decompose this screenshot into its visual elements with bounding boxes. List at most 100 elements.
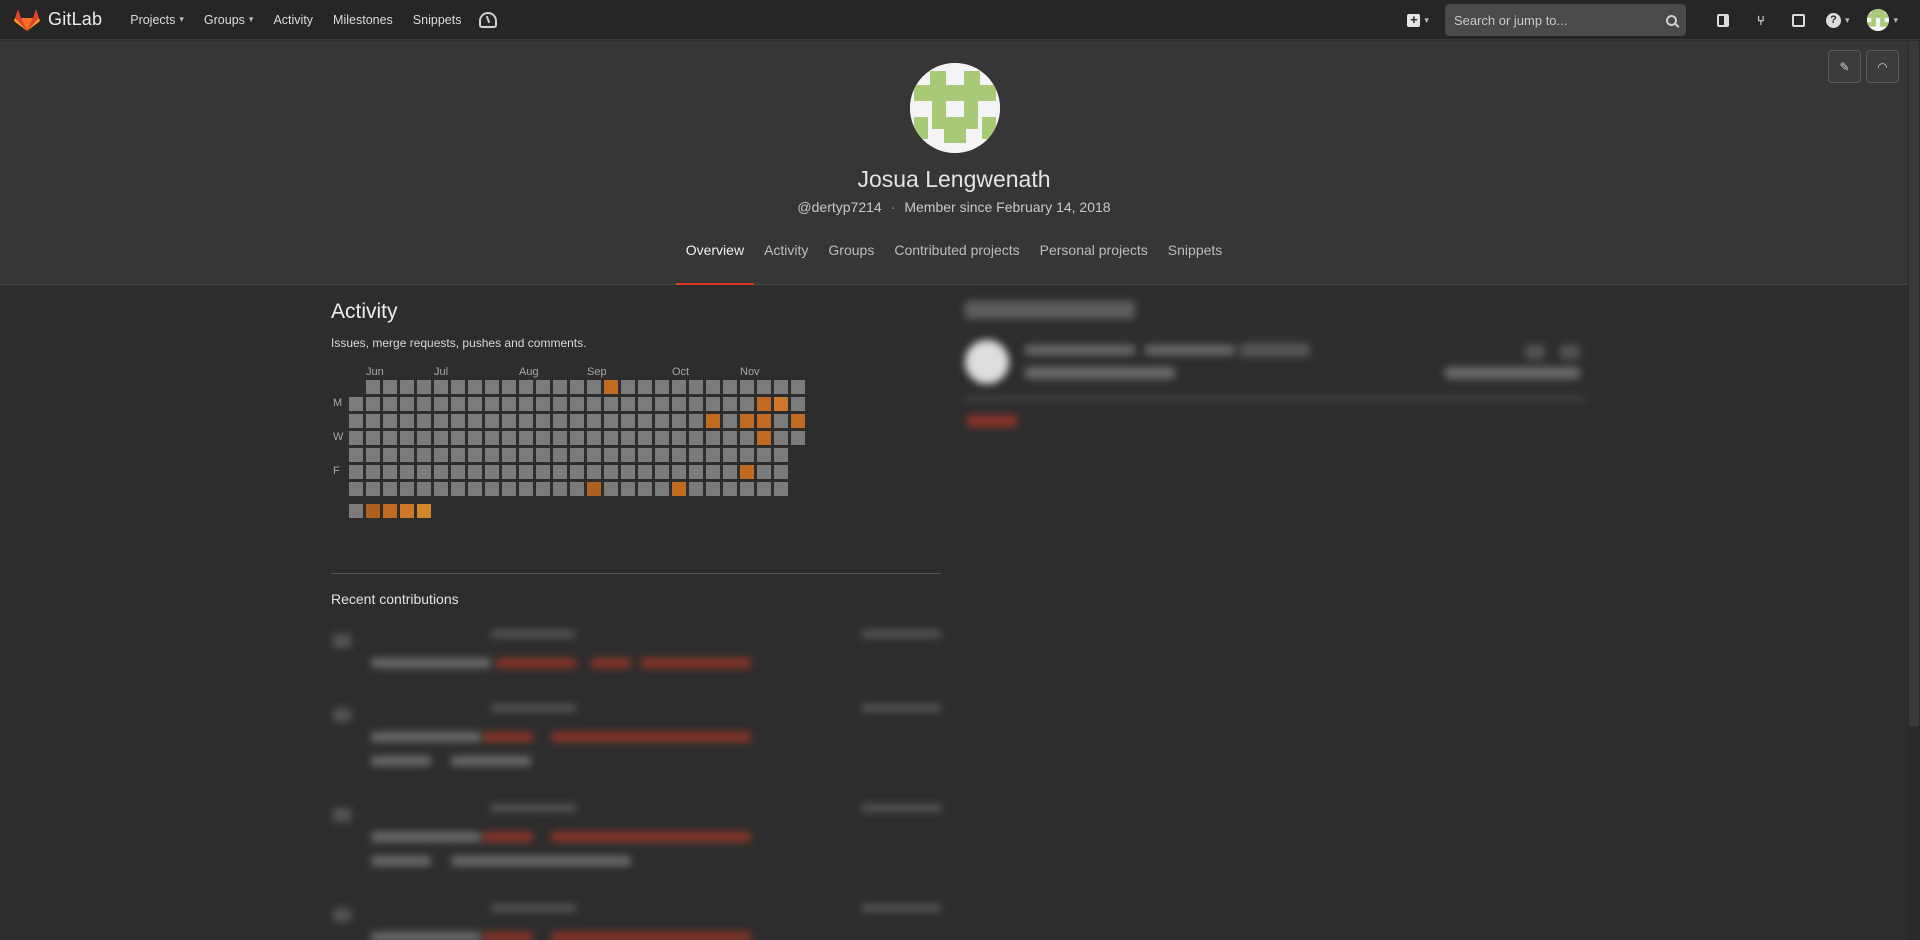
scrollbar-thumb[interactable] [1909, 41, 1919, 726]
calendar-day-cell[interactable] [468, 465, 482, 479]
calendar-day-cell[interactable] [400, 482, 414, 496]
calendar-day-cell[interactable] [740, 414, 754, 428]
calendar-day-cell[interactable] [638, 448, 652, 462]
calendar-day-cell[interactable] [621, 465, 635, 479]
calendar-day-cell[interactable] [468, 448, 482, 462]
calendar-day-cell[interactable] [400, 465, 414, 479]
calendar-day-cell[interactable] [621, 414, 635, 428]
calendar-day-cell[interactable] [723, 414, 737, 428]
calendar-day-cell[interactable] [485, 465, 499, 479]
calendar-day-cell[interactable] [502, 482, 516, 496]
calendar-day-cell[interactable] [536, 414, 550, 428]
calendar-day-cell[interactable] [536, 482, 550, 496]
calendar-day-cell[interactable] [604, 397, 618, 411]
calendar-day-cell[interactable] [587, 448, 601, 462]
calendar-day-cell[interactable] [655, 448, 669, 462]
calendar-day-cell[interactable] [485, 397, 499, 411]
calendar-day-cell[interactable] [655, 397, 669, 411]
calendar-day-cell[interactable] [349, 414, 363, 428]
calendar-day-cell[interactable] [502, 448, 516, 462]
calendar-day-cell[interactable] [723, 448, 737, 462]
calendar-day-cell[interactable] [349, 448, 363, 462]
calendar-day-cell[interactable] [383, 448, 397, 462]
calendar-day-cell[interactable] [757, 482, 771, 496]
calendar-day-cell[interactable] [417, 482, 431, 496]
calendar-day-cell[interactable] [604, 482, 618, 496]
calendar-day-cell[interactable] [706, 431, 720, 445]
calendar-day-cell[interactable] [621, 482, 635, 496]
calendar-day-cell[interactable] [672, 465, 686, 479]
calendar-day-cell[interactable] [366, 431, 380, 445]
calendar-day-cell[interactable] [519, 414, 533, 428]
calendar-day-cell[interactable] [638, 465, 652, 479]
help-dropdown[interactable]: ? ▾ [1825, 12, 1849, 28]
calendar-day-cell[interactable] [689, 380, 703, 394]
calendar-day-cell[interactable] [502, 380, 516, 394]
calendar-day-cell[interactable] [400, 431, 414, 445]
calendar-day-cell[interactable] [451, 397, 465, 411]
new-item-dropdown[interactable]: + ▾ [1407, 13, 1429, 27]
calendar-day-cell[interactable] [417, 414, 431, 428]
sidebar-toggle-button[interactable] [1714, 11, 1732, 29]
calendar-day-cell[interactable] [553, 414, 567, 428]
calendar-day-cell[interactable] [655, 414, 669, 428]
calendar-day-cell[interactable] [468, 397, 482, 411]
calendar-day-cell[interactable] [553, 380, 567, 394]
user-menu-dropdown[interactable]: ▾ [1867, 9, 1898, 31]
calendar-day-cell[interactable] [587, 380, 601, 394]
calendar-day-cell[interactable] [672, 448, 686, 462]
calendar-day-cell[interactable] [485, 380, 499, 394]
calendar-day-cell[interactable] [689, 414, 703, 428]
calendar-day-cell[interactable] [519, 482, 533, 496]
calendar-day-cell[interactable] [587, 414, 601, 428]
calendar-day-cell[interactable] [434, 414, 448, 428]
calendar-day-cell[interactable] [587, 397, 601, 411]
calendar-day-cell[interactable] [570, 448, 584, 462]
calendar-day-cell[interactable] [706, 380, 720, 394]
calendar-day-cell[interactable] [570, 414, 584, 428]
calendar-day-cell[interactable] [366, 380, 380, 394]
calendar-day-cell[interactable] [621, 380, 635, 394]
page-scrollbar[interactable] [1908, 41, 1920, 940]
calendar-day-cell[interactable] [587, 431, 601, 445]
calendar-day-cell[interactable] [519, 380, 533, 394]
rss-feed-button[interactable]: ◠ [1866, 50, 1899, 83]
calendar-day-cell[interactable] [604, 414, 618, 428]
calendar-day-cell[interactable] [757, 448, 771, 462]
calendar-day-cell[interactable] [672, 380, 686, 394]
calendar-day-cell[interactable] [706, 397, 720, 411]
calendar-day-cell[interactable] [349, 397, 363, 411]
todos-button[interactable] [1790, 11, 1808, 29]
calendar-day-cell[interactable] [451, 380, 465, 394]
calendar-day-cell[interactable] [740, 465, 754, 479]
calendar-day-cell[interactable] [604, 448, 618, 462]
tab-groups[interactable]: Groups [818, 233, 884, 285]
calendar-day-cell[interactable] [621, 431, 635, 445]
calendar-day-cell[interactable] [757, 397, 771, 411]
calendar-day-cell[interactable] [621, 397, 635, 411]
calendar-day-cell[interactable] [757, 380, 771, 394]
calendar-day-cell[interactable] [417, 465, 431, 479]
calendar-day-cell[interactable] [723, 465, 737, 479]
calendar-day-cell[interactable] [655, 482, 669, 496]
calendar-day-cell[interactable] [349, 482, 363, 496]
tab-activity[interactable]: Activity [754, 233, 818, 285]
calendar-day-cell[interactable] [706, 448, 720, 462]
calendar-day-cell[interactable] [570, 431, 584, 445]
calendar-day-cell[interactable] [502, 465, 516, 479]
calendar-day-cell[interactable] [621, 448, 635, 462]
calendar-day-cell[interactable] [553, 431, 567, 445]
calendar-day-cell[interactable] [434, 482, 448, 496]
calendar-day-cell[interactable] [417, 397, 431, 411]
calendar-day-cell[interactable] [791, 414, 805, 428]
calendar-day-cell[interactable] [553, 482, 567, 496]
calendar-day-cell[interactable] [485, 482, 499, 496]
calendar-day-cell[interactable] [519, 448, 533, 462]
calendar-day-cell[interactable] [706, 414, 720, 428]
calendar-day-cell[interactable] [706, 482, 720, 496]
calendar-day-cell[interactable] [791, 380, 805, 394]
calendar-day-cell[interactable] [536, 465, 550, 479]
calendar-day-cell[interactable] [536, 431, 550, 445]
calendar-day-cell[interactable] [723, 482, 737, 496]
calendar-day-cell[interactable] [655, 465, 669, 479]
